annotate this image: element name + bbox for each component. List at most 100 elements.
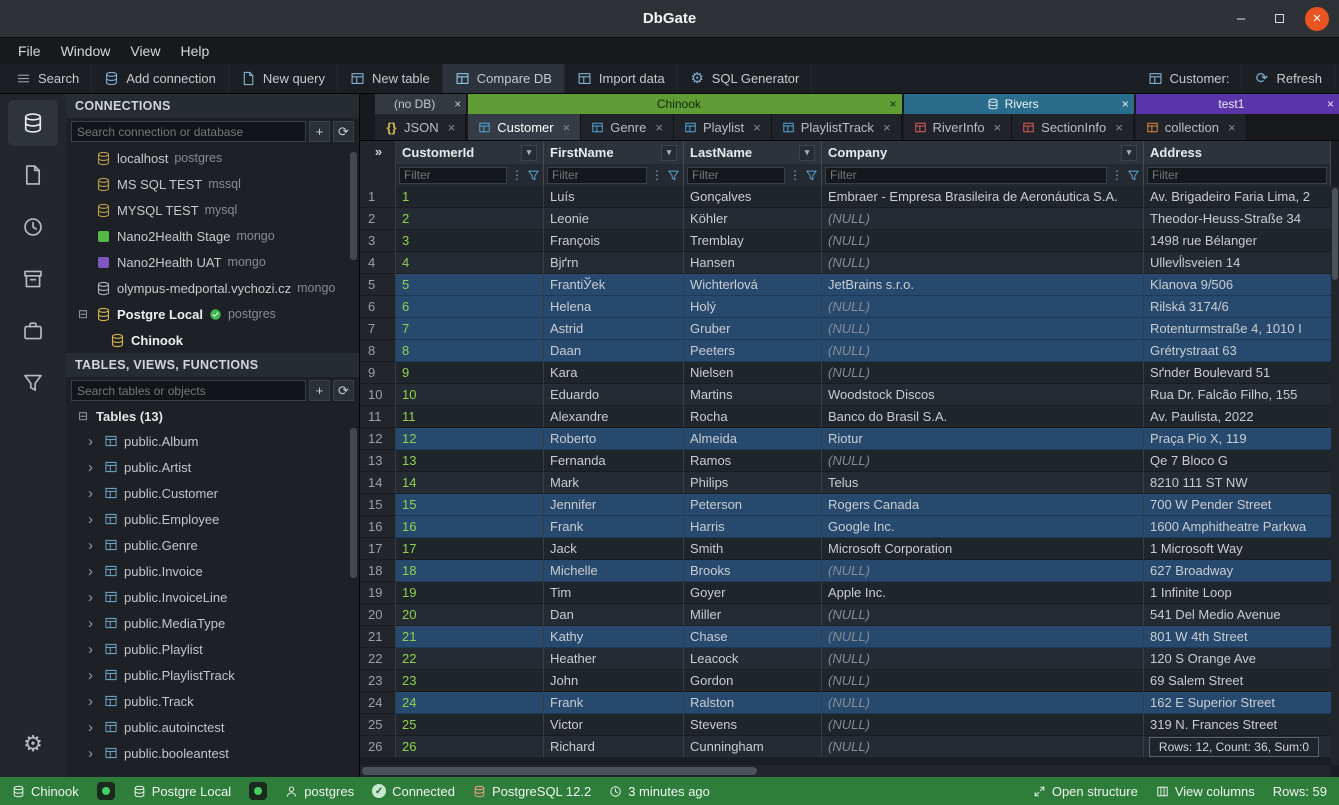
status-3-minutes-ago[interactable]: 3 minutes ago	[609, 784, 710, 799]
cell-address[interactable]: 1 Infinite Loop	[1144, 582, 1331, 604]
grid-row[interactable]: 1212RobertoAlmeidaRioturPraça Pio X, 119	[360, 428, 1331, 450]
tab-json[interactable]: {}JSON×	[375, 114, 466, 140]
cell-company[interactable]: (NULL)	[822, 736, 1144, 758]
column-dropdown-icon[interactable]: ▾	[1121, 145, 1137, 161]
grid-row[interactable]: 1515JenniferPetersonRogers Canada700 W P…	[360, 494, 1331, 516]
tab-sectioninfo[interactable]: SectionInfo×	[1012, 114, 1134, 140]
grid-row[interactable]: 2020DanMiller(NULL)541 Del Medio Avenue	[360, 604, 1331, 626]
cell-address[interactable]: 541 Del Medio Avenue	[1144, 604, 1331, 626]
connection-mysql-test[interactable]: MYSQL TESTmysql	[66, 197, 359, 223]
tab-group-header-chinook[interactable]: Chinook×	[468, 94, 901, 114]
cell-firstname[interactable]: FrantiЎek	[544, 274, 684, 296]
chevron-right-icon[interactable]: ›	[88, 590, 98, 605]
row-number[interactable]: 6	[360, 296, 396, 318]
menu-window[interactable]: Window	[51, 40, 121, 62]
tab-riverinfo[interactable]: RiverInfo×	[904, 114, 1013, 140]
table-item-public-booleantest[interactable]: ›public.booleantest	[66, 740, 359, 766]
table-item-public-artist[interactable]: ›public.Artist	[66, 454, 359, 480]
cell-company[interactable]: (NULL)	[822, 714, 1144, 736]
filter-menu-icon[interactable]: ⋮	[787, 167, 803, 183]
cell-company[interactable]: (NULL)	[822, 450, 1144, 472]
cell-company[interactable]: (NULL)	[822, 318, 1144, 340]
cell-address[interactable]: Av. Paulista, 2022	[1144, 406, 1331, 428]
table-search-input[interactable]	[71, 380, 306, 401]
cell-address[interactable]: Praça Pio X, 119	[1144, 428, 1331, 450]
table-item-public-track[interactable]: ›public.Track	[66, 688, 359, 714]
tab-group-header-no-db[interactable]: (no DB)×	[375, 94, 466, 114]
toolbar-search-button[interactable]: Search	[4, 64, 92, 93]
toolbar-customer-button[interactable]: Customer:	[1136, 64, 1243, 93]
grid-row[interactable]: 99KaraNielsen(NULL)Sґnder Boulevard 51	[360, 362, 1331, 384]
cell-customerid[interactable]: 22	[396, 648, 544, 670]
cell-address[interactable]: 69 Salem Street	[1144, 670, 1331, 692]
cell-company[interactable]: Riotur	[822, 428, 1144, 450]
cell-firstname[interactable]: Leonie	[544, 208, 684, 230]
connection-search-input[interactable]	[71, 121, 306, 142]
tab-close-icon[interactable]: ×	[655, 120, 663, 135]
connection-nano2health-uat[interactable]: Nano2Health UATmongo	[66, 249, 359, 275]
cell-company[interactable]: (NULL)	[822, 252, 1144, 274]
cell-customerid[interactable]: 24	[396, 692, 544, 714]
cell-company[interactable]: (NULL)	[822, 560, 1144, 582]
row-number[interactable]: 18	[360, 560, 396, 582]
cell-company[interactable]: (NULL)	[822, 626, 1144, 648]
cell-lastname[interactable]: Peeters	[684, 340, 822, 362]
filter-menu-icon[interactable]: ⋮	[509, 167, 525, 183]
connection-postgre-local[interactable]: ⊟Postgre Localpostgres	[66, 301, 359, 327]
cell-customerid[interactable]: 2	[396, 208, 544, 230]
filter-input-lastname[interactable]	[687, 167, 785, 184]
row-number[interactable]: 14	[360, 472, 396, 494]
grid-row[interactable]: 1818MichelleBrooks(NULL)627 Broadway	[360, 560, 1331, 582]
menu-help[interactable]: Help	[170, 40, 219, 62]
grid-vertical-scrollbar[interactable]	[1331, 186, 1339, 765]
cell-customerid[interactable]: 16	[396, 516, 544, 538]
cell-address[interactable]: 1 Microsoft Way	[1144, 538, 1331, 560]
cell-firstname[interactable]: Michelle	[544, 560, 684, 582]
status-open-structure[interactable]: Open structure	[1033, 784, 1138, 799]
grid-row[interactable]: 1313FernandaRamos(NULL)Qe 7 Bloco G	[360, 450, 1331, 472]
filter-funnel-icon[interactable]	[805, 169, 818, 182]
cell-firstname[interactable]: Astrid	[544, 318, 684, 340]
cell-lastname[interactable]: Gruber	[684, 318, 822, 340]
column-header-company[interactable]: Company▾	[822, 141, 1144, 164]
cell-firstname[interactable]: Kara	[544, 362, 684, 384]
grid-row[interactable]: 2121KathyChase(NULL)801 W 4th Street	[360, 626, 1331, 648]
cell-company[interactable]: (NULL)	[822, 692, 1144, 714]
cell-firstname[interactable]: Victor	[544, 714, 684, 736]
cell-address[interactable]: Klanova 9/506	[1144, 274, 1331, 296]
tab-close-icon[interactable]: ×	[563, 120, 571, 135]
cell-firstname[interactable]: Kathy	[544, 626, 684, 648]
table-item-public-playlist[interactable]: ›public.Playlist	[66, 636, 359, 662]
cell-firstname[interactable]: Tim	[544, 582, 684, 604]
toolbar-add-connection-button[interactable]: Add connection	[92, 64, 229, 93]
cell-customerid[interactable]: 8	[396, 340, 544, 362]
row-number[interactable]: 25	[360, 714, 396, 736]
grid-row[interactable]: 1717JackSmithMicrosoft Corporation1 Micr…	[360, 538, 1331, 560]
cell-lastname[interactable]: Holý	[684, 296, 822, 318]
cell-firstname[interactable]: Alexandre	[544, 406, 684, 428]
tab-group-close-icon[interactable]: ×	[890, 97, 897, 111]
connection-nano2health-stage[interactable]: Nano2Health Stagemongo	[66, 223, 359, 249]
column-header-lastname[interactable]: LastName▾	[684, 141, 822, 164]
cell-company[interactable]: Woodstock Discos	[822, 384, 1144, 406]
cell-customerid[interactable]: 25	[396, 714, 544, 736]
rail-item-query-designer[interactable]	[8, 360, 58, 406]
cell-customerid[interactable]: 4	[396, 252, 544, 274]
cell-firstname[interactable]: Luís	[544, 186, 684, 208]
cell-lastname[interactable]: Brooks	[684, 560, 822, 582]
row-number[interactable]: 3	[360, 230, 396, 252]
tab-close-icon[interactable]: ×	[753, 120, 761, 135]
filter-input-company[interactable]	[825, 167, 1107, 184]
table-item-public-customer[interactable]: ›public.Customer	[66, 480, 359, 506]
cell-address[interactable]: Ullevĺlsveien 14	[1144, 252, 1331, 274]
cell-customerid[interactable]: 21	[396, 626, 544, 648]
cell-lastname[interactable]: Leacock	[684, 648, 822, 670]
column-header-address[interactable]: Address	[1144, 141, 1331, 164]
cell-customerid[interactable]: 10	[396, 384, 544, 406]
chevron-right-icon[interactable]: ›	[88, 564, 98, 579]
cell-company[interactable]: Telus	[822, 472, 1144, 494]
expand-columns-button[interactable]: »	[360, 141, 396, 164]
row-number[interactable]: 8	[360, 340, 396, 362]
chevron-right-icon[interactable]: ›	[88, 694, 98, 709]
cell-lastname[interactable]: Stevens	[684, 714, 822, 736]
